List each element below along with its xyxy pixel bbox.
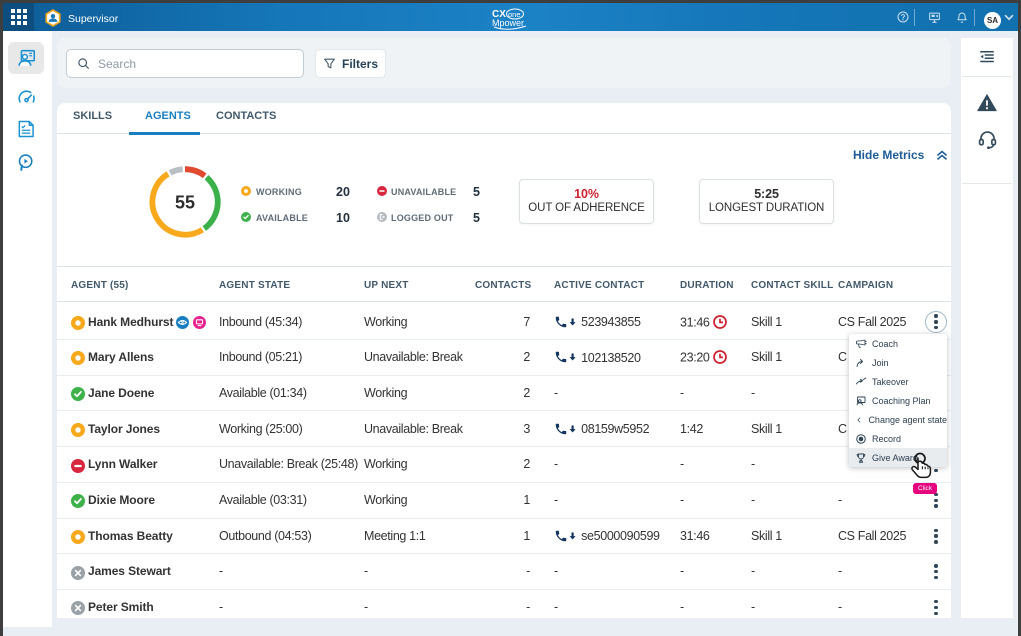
svg-text:55: 55 <box>175 193 195 213</box>
svg-text:Mpower: Mpower <box>492 18 524 28</box>
